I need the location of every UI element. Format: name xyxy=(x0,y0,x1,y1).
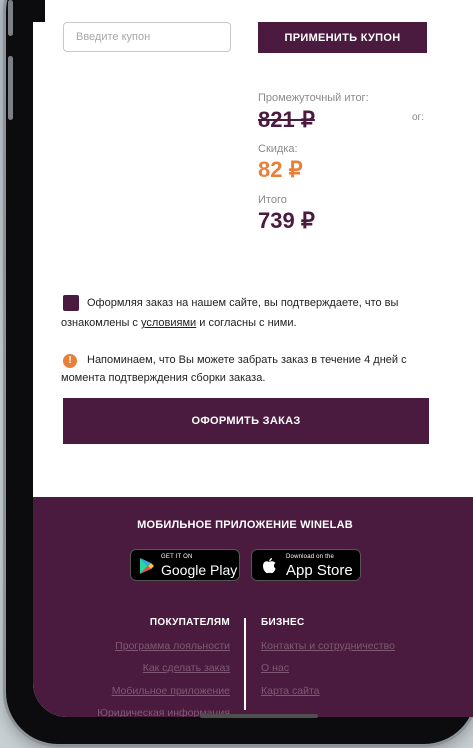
discount-value: 82 ₽ xyxy=(258,157,303,182)
apple-icon xyxy=(263,558,276,574)
footer-link-loyalty[interactable]: Программа лояльности xyxy=(115,640,230,652)
terms-link[interactable]: условиями xyxy=(141,317,196,329)
app-store-label: App Store xyxy=(286,562,353,579)
mobile-app-title: МОБИЛЬНОЕ ПРИЛОЖЕНИЕ WINELAB xyxy=(137,519,353,531)
footer-link-about[interactable]: О нас xyxy=(261,662,289,674)
total-label: Итого xyxy=(258,194,287,206)
footer-link-sitemap[interactable]: Карта сайта xyxy=(261,685,320,697)
place-order-button[interactable]: ОФОРМИТЬ ЗАКАЗ xyxy=(63,398,429,444)
business-heading: БИЗНЕС xyxy=(261,617,305,628)
discount-label: Скидка: xyxy=(258,143,298,155)
coupon-input[interactable] xyxy=(63,22,231,52)
consent-text: Оформляя заказ на нашем сайте, вы подтве… xyxy=(61,293,433,333)
subtotal-label: Промежуточный итог: xyxy=(258,92,369,104)
footer-column-divider xyxy=(244,618,246,710)
google-play-small-text: GET IT ON xyxy=(161,554,193,560)
footer-link-contacts[interactable]: Контакты и сотрудничество xyxy=(261,640,395,652)
consent-text-after: и согласны с ними. xyxy=(196,317,297,329)
footer: МОБИЛЬНОЕ ПРИЛОЖЕНИЕ WINELAB GET IT ON G… xyxy=(33,497,473,717)
home-indicator xyxy=(200,714,318,718)
apply-coupon-button[interactable]: ПРИМЕНИТЬ КУПОН xyxy=(258,22,427,53)
buyers-heading: ПОКУПАТЕЛЯМ xyxy=(149,617,230,628)
google-play-icon xyxy=(140,558,154,574)
footer-link-how-to-order[interactable]: Как сделать заказ xyxy=(143,662,230,674)
phone-side-button xyxy=(8,56,13,120)
pickup-notice: Напоминаем, что Вы можете забрать заказ … xyxy=(61,354,407,384)
google-play-label: Google Play xyxy=(161,562,238,578)
status-bar-fragment xyxy=(33,0,45,22)
phone-side-button xyxy=(8,0,13,36)
subtotal-value: 821 ₽ xyxy=(258,107,315,132)
footer-link-mobile-app[interactable]: Мобильное приложение xyxy=(112,685,230,697)
app-store-badge[interactable]: Download on the App Store xyxy=(251,549,361,581)
google-play-badge[interactable]: GET IT ON Google Play xyxy=(130,549,240,581)
truncated-side-label: ог: xyxy=(412,112,424,123)
total-value: 739 ₽ xyxy=(258,208,315,233)
checkout-screen: ПРИМЕНИТЬ КУПОН Промежуточный итог: 821 … xyxy=(33,0,473,717)
app-store-small-text: Download on the xyxy=(286,554,335,560)
